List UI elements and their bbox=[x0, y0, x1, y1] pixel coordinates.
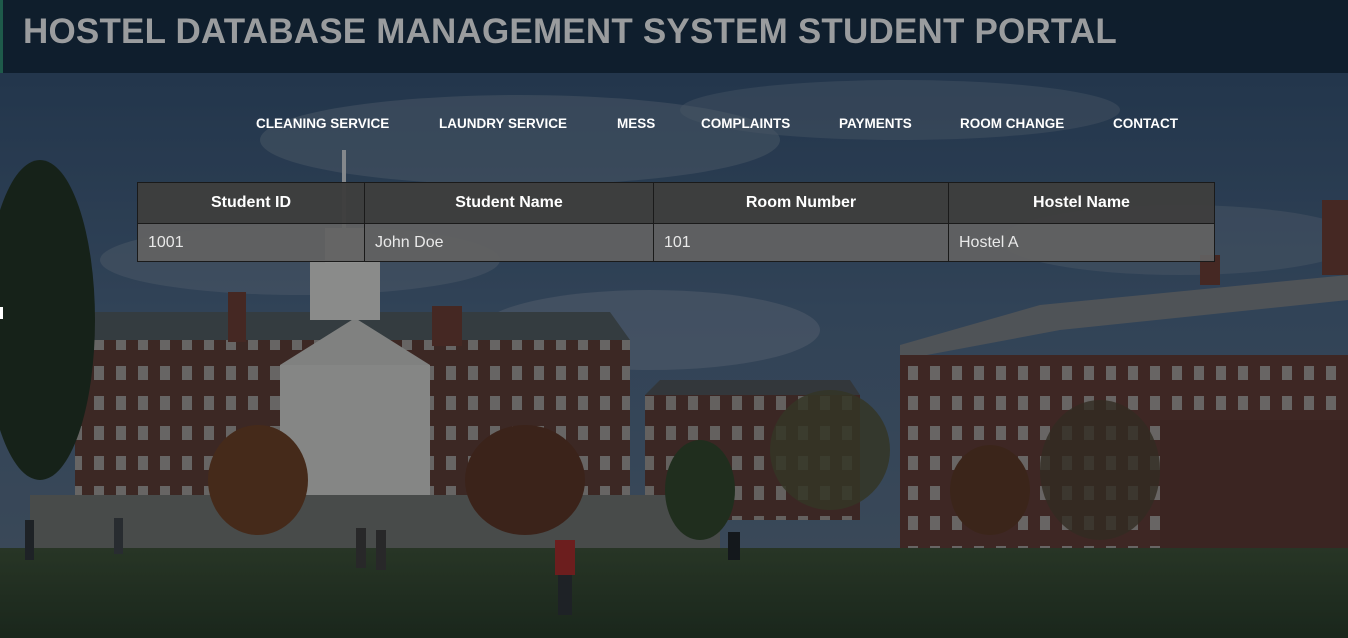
nav-complaints[interactable]: COMPLAINTS bbox=[701, 116, 790, 131]
page-title: HOSTEL DATABASE MANAGEMENT SYSTEM STUDEN… bbox=[23, 12, 1117, 51]
table-header-row: Student ID Student Name Room Number Host… bbox=[137, 182, 1215, 224]
nav-room-change[interactable]: ROOM CHANGE bbox=[960, 116, 1064, 131]
cell-room-number: 101 bbox=[653, 223, 949, 262]
nav-contact[interactable]: CONTACT bbox=[1113, 116, 1178, 131]
header-edge-accent bbox=[0, 0, 3, 73]
nav-payments[interactable]: PAYMENTS bbox=[839, 116, 912, 131]
nav-laundry-service[interactable]: LAUNDRY SERVICE bbox=[439, 116, 567, 131]
student-info-table: Student ID Student Name Room Number Host… bbox=[137, 182, 1215, 262]
table-row: 1001 John Doe 101 Hostel A bbox=[137, 223, 1215, 262]
main-nav: CLEANING SERVICE LAUNDRY SERVICE MESS CO… bbox=[0, 116, 1348, 136]
cell-hostel-name: Hostel A bbox=[948, 223, 1215, 262]
page-header: HOSTEL DATABASE MANAGEMENT SYSTEM STUDEN… bbox=[0, 0, 1348, 73]
cell-student-id: 1001 bbox=[137, 223, 365, 262]
background-campus-image bbox=[0, 0, 1348, 638]
column-header-room-number: Room Number bbox=[653, 182, 949, 224]
column-header-student-name: Student Name bbox=[364, 182, 654, 224]
cell-student-name: John Doe bbox=[364, 223, 654, 262]
column-header-hostel-name: Hostel Name bbox=[948, 182, 1215, 224]
nav-cleaning-service[interactable]: CLEANING SERVICE bbox=[256, 116, 389, 131]
column-header-student-id: Student ID bbox=[137, 182, 365, 224]
nav-mess[interactable]: MESS bbox=[617, 116, 655, 131]
left-edge-marker bbox=[0, 307, 3, 319]
